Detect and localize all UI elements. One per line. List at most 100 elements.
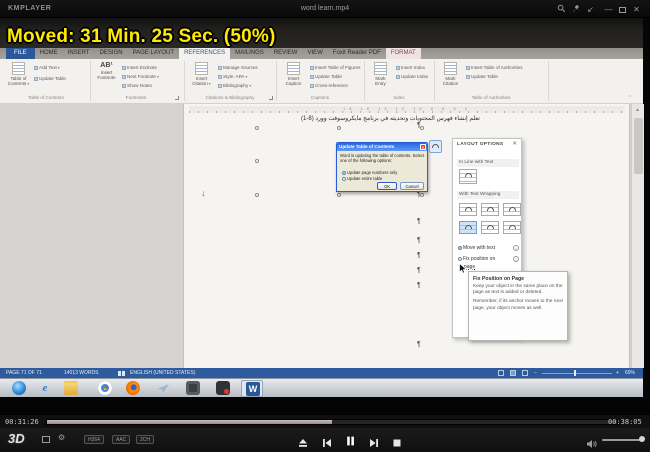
- close-button[interactable]: ✕: [631, 4, 642, 15]
- horizontal-ruler[interactable]: 18 16 14 12 10 8 6 4 2: [189, 106, 625, 113]
- tab-format[interactable]: FORMAT: [386, 48, 421, 59]
- tab-insert[interactable]: INSERT: [63, 48, 95, 59]
- insert-footnote-button[interactable]: AB¹ InsertFootnote: [94, 62, 119, 81]
- tab-view[interactable]: VIEW: [302, 48, 327, 59]
- maximize-button[interactable]: [619, 7, 626, 13]
- volume-speaker-icon[interactable]: [586, 436, 598, 452]
- layout-options-launcher-button[interactable]: [429, 140, 442, 153]
- ok-button[interactable]: OK: [377, 182, 397, 190]
- internet-explorer-icon[interactable]: e: [38, 381, 52, 395]
- dark-app-icon-2[interactable]: [216, 381, 230, 395]
- next-footnote-button[interactable]: Next Footnote: [122, 74, 159, 79]
- wrap-through-option[interactable]: [503, 203, 521, 216]
- info-icon[interactable]: i: [513, 245, 519, 251]
- dialog-titlebar[interactable]: Update Table of Contents: [337, 143, 427, 151]
- selection-handle[interactable]: [337, 193, 341, 197]
- update-table-captions-button[interactable]: Update Table: [310, 74, 342, 79]
- bibliography-button[interactable]: Bibliography: [218, 83, 251, 88]
- volume-slider-knob[interactable]: [639, 436, 645, 442]
- mark-citation-button[interactable]: MarkCitation: [438, 62, 463, 87]
- add-text-button[interactable]: Add Text: [34, 65, 60, 70]
- dialog-close-icon[interactable]: ✕: [420, 144, 426, 150]
- chrome-icon[interactable]: [98, 381, 112, 395]
- tab-mailings[interactable]: MAILINGS: [230, 48, 269, 59]
- player-titlebar[interactable]: KMPLAYER word learn.mp4 ↙ — ✕: [0, 0, 650, 18]
- settings-gear-icon[interactable]: ⚙: [58, 433, 65, 442]
- eject-button[interactable]: [298, 435, 308, 452]
- insert-table-of-figures-button[interactable]: Insert Table of Figures: [310, 65, 360, 70]
- tab-design[interactable]: DESIGN: [95, 48, 128, 59]
- dark-app-icon[interactable]: [186, 381, 200, 395]
- search-icon[interactable]: [556, 4, 567, 15]
- zoom-slider-knob[interactable]: [574, 370, 576, 376]
- selection-handle[interactable]: [255, 193, 259, 197]
- wrap-in-front-option[interactable]: [503, 221, 521, 234]
- update-toc-dialog[interactable]: Update Table of Contents ✕ Word is updat…: [336, 142, 428, 192]
- tab-home[interactable]: HOME: [35, 48, 63, 59]
- update-index-button[interactable]: Update Index: [396, 74, 428, 79]
- print-layout-icon[interactable]: [510, 370, 516, 376]
- radio-update-page-numbers[interactable]: Update page numbers only: [342, 170, 397, 175]
- next-button[interactable]: [369, 435, 379, 452]
- seek-bar[interactable]: [46, 419, 618, 425]
- update-table-authorities-button[interactable]: Update Table: [466, 74, 498, 79]
- word-count[interactable]: 14013 WORDS: [64, 370, 98, 376]
- wrap-tight-option[interactable]: [481, 203, 499, 216]
- insert-table-of-authorities-button[interactable]: Insert Table of Authorities: [466, 65, 523, 70]
- firefox-icon[interactable]: [126, 381, 140, 395]
- collapse-ribbon-icon[interactable]: ⌃: [628, 95, 632, 101]
- word-taskbar-button[interactable]: W: [241, 380, 263, 397]
- mark-entry-button[interactable]: MarkEntry: [368, 62, 393, 87]
- 3d-mode-button[interactable]: 3D: [8, 431, 25, 446]
- cancel-button[interactable]: Cancel: [400, 182, 424, 190]
- tab-file[interactable]: FILE: [6, 48, 35, 59]
- paper-plane-icon[interactable]: [156, 381, 170, 395]
- manage-sources-button[interactable]: Manage Sources: [218, 65, 258, 70]
- wrap-square-option[interactable]: [459, 203, 477, 216]
- table-of-contents-button[interactable]: Table ofContents: [5, 62, 32, 87]
- wrap-behind-text-option[interactable]: [481, 221, 499, 234]
- screen-mode-icon[interactable]: [42, 436, 50, 443]
- stop-button[interactable]: [392, 435, 402, 452]
- footnotes-dialog-launcher[interactable]: [175, 96, 179, 100]
- web-layout-icon[interactable]: [522, 370, 528, 376]
- info-icon[interactable]: i: [513, 256, 519, 262]
- insert-index-button[interactable]: Insert Index: [396, 65, 425, 70]
- scrollbar-thumb[interactable]: [634, 118, 643, 174]
- selection-handle[interactable]: [255, 126, 259, 130]
- zoom-in-icon[interactable]: +: [616, 370, 619, 376]
- pause-button[interactable]: [345, 434, 356, 452]
- show-notes-button[interactable]: Show Notes: [122, 83, 152, 88]
- cross-reference-button[interactable]: Cross-reference: [310, 83, 348, 88]
- insert-caption-button[interactable]: InsertCaption: [280, 62, 307, 87]
- folder-icon[interactable]: [64, 381, 78, 395]
- proofing-book-icon[interactable]: [118, 371, 125, 376]
- layout-options-close-icon[interactable]: ✕: [512, 141, 517, 147]
- zoom-out-icon[interactable]: −: [534, 370, 537, 376]
- resize-arrow-icon[interactable]: ↙: [585, 4, 596, 15]
- pin-icon[interactable]: [571, 4, 582, 15]
- radio-update-entire-table[interactable]: Update entire table: [342, 176, 382, 181]
- insert-citation-button[interactable]: InsertCitation: [188, 62, 215, 87]
- scroll-up-icon[interactable]: ▲: [635, 107, 640, 113]
- read-mode-icon[interactable]: [498, 370, 504, 376]
- vertical-scrollbar[interactable]: ▲: [631, 104, 644, 368]
- insert-endnote-button[interactable]: Insert Endnote: [122, 65, 157, 70]
- update-table-button[interactable]: Update Table: [34, 76, 66, 81]
- volume-slider[interactable]: [602, 439, 642, 441]
- tab-foxit-reader-pdf[interactable]: Foxit Reader PDF: [328, 48, 386, 59]
- style-apa-selector[interactable]: Style: APA: [218, 74, 247, 79]
- previous-button[interactable]: [322, 435, 332, 452]
- page-indicator[interactable]: PAGE 71 OF 71: [6, 370, 42, 376]
- selection-handle[interactable]: [255, 159, 259, 163]
- start-button-icon[interactable]: [12, 381, 26, 395]
- radio-move-with-text[interactable]: Move with text: [458, 245, 495, 251]
- wrap-topbottom-option-selected[interactable]: [459, 221, 477, 234]
- citations-dialog-launcher[interactable]: [269, 96, 273, 100]
- tab-page-layout[interactable]: PAGE LAYOUT: [128, 48, 179, 59]
- selection-handle[interactable]: [337, 126, 341, 130]
- minimize-button[interactable]: —: [603, 4, 614, 15]
- language-indicator[interactable]: ENGLISH (UNITED STATES): [130, 370, 195, 376]
- tab-review[interactable]: REVIEW: [269, 48, 303, 59]
- tab-references[interactable]: REFERENCES: [179, 48, 230, 59]
